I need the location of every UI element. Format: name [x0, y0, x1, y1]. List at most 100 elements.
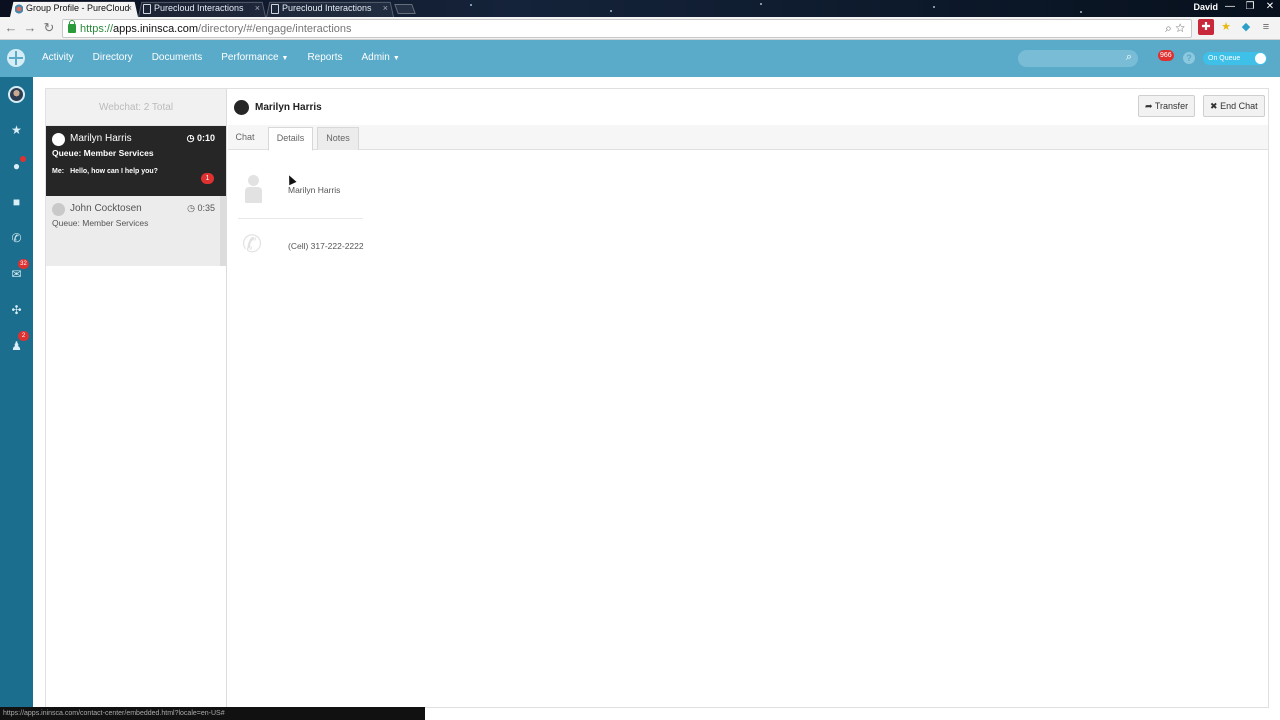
chevron-down-icon: ▼ [281, 55, 289, 62]
forward-arrow-icon[interactable]: → [23, 20, 37, 36]
purecloud-favicon-icon [15, 4, 23, 14]
reload-icon[interactable]: ↻ [42, 20, 56, 36]
detail-contact-name: Marilyn Harris [255, 102, 322, 113]
nav-performance[interactable]: Performance ▼ [221, 52, 288, 63]
contact-avatar-circle [234, 100, 249, 115]
phone-icon[interactable]: ✆ [0, 228, 33, 248]
end-chat-button[interactable]: ✖ End Chat [1203, 95, 1265, 117]
new-tab-button[interactable] [394, 4, 416, 14]
nav-documents[interactable]: Documents [152, 52, 203, 63]
timer-value: 0:35 [197, 203, 215, 213]
extension-star-icon[interactable]: ★ [1218, 19, 1234, 35]
close-window-icon[interactable]: ✕ [1260, 0, 1280, 14]
browser-tab-title: Purecloud Interactions [154, 3, 244, 13]
tab-notes[interactable]: Notes [317, 127, 359, 150]
chat-icon[interactable]: ● [0, 156, 33, 176]
search-icon[interactable]: ⌕ [1126, 51, 1132, 64]
contact-phone-row: ✆ (Cell) 317-222-2222 [238, 231, 364, 261]
search-icon[interactable]: ⌕ [1165, 21, 1172, 35]
nav-reports[interactable]: Reports [307, 52, 342, 63]
interactions-panel: Webchat: 2 Total Marilyn Harris ◷ 0:10 Q… [45, 88, 1269, 708]
nav-admin[interactable]: Admin ▼ [361, 52, 399, 63]
lock-icon [68, 20, 76, 33]
chat-notification-dot [20, 156, 26, 162]
end-chat-label: End Chat [1220, 101, 1258, 111]
conversation-timer: ◷ 0:10 [186, 133, 215, 143]
conversation-queue: Queue: Member Services [52, 148, 154, 158]
conversation-item-marilyn[interactable]: Marilyn Harris ◷ 0:10 Queue: Member Serv… [46, 126, 226, 196]
close-icon: ✖ [1210, 101, 1218, 111]
detail-divider [238, 218, 363, 219]
contact-name: Marilyn Harris [288, 185, 341, 195]
app-header: Activity Directory Documents Performance… [0, 40, 1280, 77]
document-favicon-icon [143, 4, 151, 14]
background-star [1080, 11, 1082, 13]
extension-shield-icon[interactable]: ◆ [1238, 19, 1254, 35]
timer-value: 0:10 [196, 133, 215, 143]
transfer-button[interactable]: ➦ Transfer [1138, 95, 1196, 117]
minimize-icon[interactable]: — [1220, 0, 1240, 14]
tab-chat[interactable]: Chat [232, 127, 258, 150]
detail-header: Marilyn Harris ➦ Transfer ✖ End Chat [228, 89, 1268, 125]
contact-avatar-circle [52, 133, 65, 146]
restore-icon[interactable]: ❐ [1240, 0, 1260, 14]
email-badge: 32 [18, 259, 29, 269]
extension-red-icon[interactable]: ✚ [1198, 19, 1214, 35]
background-star [933, 6, 935, 8]
person-head [248, 175, 259, 186]
person-icon [245, 175, 262, 205]
close-tab-icon[interactable]: × [255, 1, 260, 16]
support-lifebuoy-icon[interactable]: ✣ [0, 300, 33, 320]
background-star [470, 4, 472, 6]
phone-icon: ✆ [242, 231, 263, 258]
purecloud-logo-icon[interactable] [7, 49, 25, 67]
browser-tab-title: Purecloud Interactions [282, 3, 372, 13]
browser-status-bar: https://apps.ininsca.com/contact-center/… [0, 707, 425, 720]
help-icon[interactable]: ? [1183, 52, 1195, 64]
video-icon[interactable]: ■ [0, 192, 33, 212]
back-arrow-icon[interactable]: ← [4, 20, 18, 36]
conversation-detail: Marilyn Harris ➦ Transfer ✖ End Chat Cha… [228, 89, 1268, 707]
group-badge: 2 [18, 331, 29, 341]
header-search-input[interactable]: ⌕ [1018, 50, 1138, 67]
browser-profile-name[interactable]: David [1193, 2, 1218, 12]
on-queue-label: On Queue [1208, 55, 1241, 62]
close-tab-icon[interactable]: × [383, 1, 388, 16]
browser-tab-group-profile[interactable]: Group Profile - PureCloud × [10, 1, 138, 17]
contact-phone[interactable]: (Cell) 317-222-2222 [288, 241, 364, 251]
contact-avatar-circle [52, 203, 65, 216]
nav-performance-label: Performance [221, 52, 279, 63]
nav-directory[interactable]: Directory [93, 52, 133, 63]
chrome-menu-icon[interactable]: ≡ [1258, 19, 1274, 35]
avatar[interactable] [8, 86, 25, 103]
browser-tab-interactions-1[interactable]: Purecloud Interactions × [138, 1, 266, 17]
conversation-queue: Queue: Member Services [52, 218, 149, 228]
url-path: /directory/#/engage/interactions [198, 23, 352, 35]
browser-tab-interactions-2[interactable]: Purecloud Interactions × [266, 1, 394, 17]
on-queue-toggle[interactable]: On Queue [1203, 52, 1267, 65]
last-message: Me: Hello, how can I help you? [52, 168, 158, 175]
favorites-star-icon[interactable]: ★ [0, 120, 33, 140]
url-scheme: https:// [80, 23, 114, 35]
notification-badge: 966 [1158, 50, 1174, 61]
browser-toolbar: ← → ↻ https://apps.ininsca.com/directory… [0, 17, 1280, 40]
detail-tabs: Chat Details Notes [228, 125, 1268, 186]
email-icon[interactable]: ✉ 32 [0, 259, 33, 284]
notifications-button[interactable]: 966 [1156, 50, 1174, 66]
top-navigation: Activity Directory Documents Performance… [42, 52, 419, 63]
background-star [760, 3, 762, 5]
nav-activity[interactable]: Activity [42, 52, 74, 63]
bookmark-star-icon[interactable]: ☆ [1175, 21, 1185, 35]
message-sender: Me: [52, 168, 65, 175]
address-bar[interactable]: https://apps.ininsca.com/directory/#/eng… [62, 19, 1192, 38]
close-tab-icon[interactable]: × [127, 1, 132, 16]
tab-details[interactable]: Details [268, 127, 313, 151]
background-star [610, 10, 612, 12]
browser-tab-title: Group Profile - PureCloud [26, 3, 130, 13]
conversation-item-john[interactable]: John Cocktosen ◷ 0:35 Queue: Member Serv… [46, 196, 226, 266]
message-text: Hello, how can I help you? [70, 168, 158, 175]
toggle-knob [1255, 53, 1266, 64]
transfer-label: Transfer [1154, 101, 1189, 111]
chevron-down-icon: ▼ [392, 55, 400, 62]
group-icon[interactable]: ♟ 2 [0, 331, 33, 356]
